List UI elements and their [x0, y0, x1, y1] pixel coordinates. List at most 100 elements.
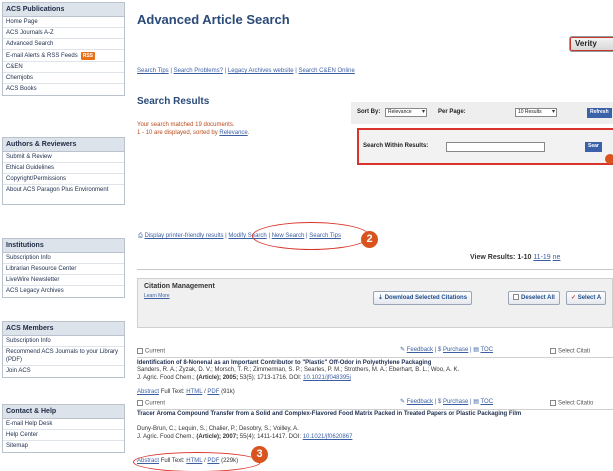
view-results-label: View Results:	[470, 254, 516, 261]
search-problems-link[interactable]: Search Problems?	[174, 68, 223, 74]
sort-by-label: Sort By:	[357, 109, 381, 115]
current-range: 1-10	[517, 254, 532, 261]
sidebar-item-librarian[interactable]: Librarian Resource Center	[3, 264, 124, 275]
feedback-link[interactable]: Feedback	[407, 399, 433, 405]
feedback-link[interactable]: Feedback	[407, 347, 433, 353]
citation-title: Citation Management	[144, 283, 215, 290]
select-citation-label: Select Citatio	[558, 400, 594, 407]
search-within-panel: Search Within Results: Sear	[357, 128, 613, 165]
callout-1-partial	[605, 154, 613, 164]
search-within-input[interactable]	[446, 142, 545, 152]
purchase-link[interactable]: Purchase	[443, 347, 468, 353]
results-heading: Search Results	[137, 96, 210, 107]
article-year: 2007;	[222, 434, 239, 440]
sidebar-item-chemjobs[interactable]: Chemjobs	[3, 73, 124, 84]
select-all-label: Select A	[577, 295, 602, 301]
sidebar-item-journals[interactable]: ACS Journals A-Z	[3, 28, 124, 39]
refresh-button[interactable]: Refresh	[587, 108, 612, 118]
legacy-archives-link[interactable]: Legacy Archives website	[228, 68, 294, 74]
sidebar-item-helpdesk[interactable]: E-mail Help Desk	[3, 419, 124, 430]
status-label: Current	[145, 348, 166, 355]
search-tips-link[interactable]: Search Tips	[137, 68, 169, 74]
article-title[interactable]: Tracer Aroma Compound Transfer from a So…	[137, 411, 613, 418]
journal-name: J. Agric. Food Chem.;	[137, 434, 195, 440]
deselect-all-button[interactable]: Deselect All	[508, 291, 560, 305]
doi-link[interactable]: 10.1021/jf0620867	[303, 434, 353, 440]
doi-link[interactable]: 10.1021/jf048395j	[303, 375, 351, 381]
divider	[137, 269, 613, 270]
page-title: Advanced Article Search	[137, 12, 290, 27]
sidebar: ACS Publications Home Page ACS Journals …	[0, 0, 127, 471]
sidebar-heading: Institutions	[3, 239, 124, 253]
article-title[interactable]: Identification of 8-Nonenal as an Import…	[137, 360, 613, 367]
feedback-icon: ✎	[400, 347, 406, 353]
pdf-link[interactable]: PDF	[207, 389, 219, 395]
download-citations-button[interactable]: ⇣ Download Selected Citations	[373, 291, 473, 305]
sidebar-item-helpcenter[interactable]: Help Center	[3, 430, 124, 441]
per-page-label: Per Page:	[438, 109, 466, 115]
select-citation[interactable]: Select Citati	[550, 348, 590, 355]
toc-link[interactable]: TOC	[480, 399, 493, 405]
sidebar-item-cen[interactable]: C&EN	[3, 62, 124, 73]
download-citations-label: Download Selected Citations	[384, 295, 468, 301]
toc-icon: ▤	[473, 347, 479, 353]
callout-2-badge: 2	[361, 231, 378, 248]
printer-friendly-link[interactable]: Display printer-friendly results	[144, 233, 223, 239]
sidebar-item-paragon[interactable]: About ACS Paragon Plus Environment	[3, 185, 124, 204]
page-range-link[interactable]: 11-19	[533, 254, 550, 261]
sidebar-item-acs-books[interactable]: ACS Books	[3, 84, 124, 95]
sidebar-heading: ACS Members	[3, 322, 124, 336]
search-button[interactable]: Sear	[585, 142, 602, 152]
callout-3-badge: 3	[251, 446, 268, 463]
purchase-link[interactable]: Purchase	[443, 399, 468, 405]
sidebar-item-sitemap[interactable]: Sitemap	[3, 441, 124, 452]
verity-button[interactable]: Verity	[569, 36, 613, 52]
main-content: Advanced Article Search Verity Search Ti…	[127, 0, 613, 471]
top-links: Search Tips | Search Problems? | Legacy …	[137, 68, 355, 74]
sidebar-item-legacy[interactable]: ACS Legacy Archives	[3, 286, 124, 297]
fulltext-label: Full Text:	[160, 389, 185, 395]
per-page-select[interactable]: 10 Results	[514, 108, 557, 117]
sidebar-item-livewire[interactable]: LiveWire Newsletter	[3, 275, 124, 286]
status-label: Current	[145, 400, 166, 407]
sidebar-item-subscription[interactable]: Subscription Info	[3, 253, 124, 264]
html-link[interactable]: HTML	[186, 389, 202, 395]
sidebar-heading: Authors & Reviewers	[3, 138, 124, 152]
highlight-ellipse	[133, 452, 261, 471]
pagination: View Results: 1-10 11-19 ne	[470, 254, 560, 261]
learn-more-link[interactable]: Learn More	[144, 293, 170, 299]
sort-by-select[interactable]: Relevance	[385, 108, 427, 117]
select-checkbox[interactable]	[550, 400, 556, 406]
search-cen-link[interactable]: Search C&EN Online	[298, 68, 354, 74]
pdf-size: (91k)	[221, 389, 235, 395]
abstract-link[interactable]: Abstract	[137, 389, 159, 395]
results-summary: Your search matched 19 documents. 1 - 10…	[137, 122, 250, 136]
next-link[interactable]: ne	[553, 254, 561, 261]
sidebar-item-copyright[interactable]: Copyright/Permissions	[3, 174, 124, 185]
sidebar-item-alerts[interactable]: E-mail Alerts & RSS Feeds RSS	[3, 50, 124, 62]
select-checkbox[interactable]	[550, 348, 556, 354]
article-tools: ✎ Feedback | $ Purchase | ▤ TOC	[400, 399, 494, 405]
select-all-button[interactable]: ✓ Select A	[566, 291, 607, 305]
sorted-by-link[interactable]: Relevance	[219, 130, 247, 136]
sidebar-heading: Contact & Help	[3, 405, 124, 419]
sidebar-item-join[interactable]: Join ACS	[3, 366, 124, 377]
sidebar-item-home[interactable]: Home Page	[3, 17, 124, 28]
sidebar-item-advanced-search[interactable]: Advanced Search	[3, 39, 124, 50]
toc-link[interactable]: TOC	[480, 347, 493, 353]
sidebar-item-member-subscription[interactable]: Subscription Info	[3, 336, 124, 347]
status-box-icon	[137, 400, 143, 406]
sidebar-item-ethical[interactable]: Ethical Guidelines	[3, 163, 124, 174]
select-citation[interactable]: Select Citatio	[550, 400, 593, 407]
displayed-range: 1 - 10 are displayed, sorted by	[137, 130, 218, 136]
rss-icon: RSS	[80, 52, 95, 60]
sidebar-heading: ACS Publications	[3, 3, 124, 17]
select-citation-label: Select Citati	[558, 348, 591, 355]
article-links: Abstract Full Text: HTML / PDF (91k)	[137, 389, 235, 395]
sidebar-section-acs-publications: ACS Publications Home Page ACS Journals …	[2, 2, 125, 96]
sidebar-item-submit[interactable]: Submit & Review	[3, 152, 124, 163]
sidebar-item-recommend[interactable]: Recommend ACS Journals to your Library (…	[3, 347, 124, 366]
article-year: 2005;	[222, 375, 239, 381]
feedback-icon: ✎	[400, 399, 406, 405]
article-citation: J. Agric. Food Chem.; (Article); 2007; 5…	[137, 434, 352, 441]
